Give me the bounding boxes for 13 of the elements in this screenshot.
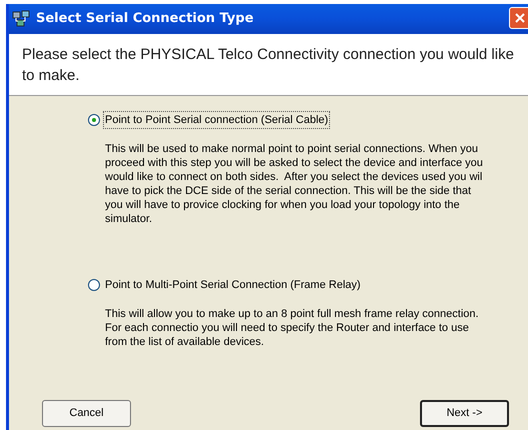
cancel-button[interactable]: Cancel [42,400,131,427]
option-description: This will be used to make normal point to point serial connections. When you proceed with this step you will be asked to select the device and interface you would like to connect on both sides. After you select the devices used you wil have to pick the DCE side of the serial connection. This will be the side that you will have to provice clocking for when you load your topology into the simulator. [105,142,484,226]
radio-button[interactable] [88,279,100,291]
close-icon [514,12,526,24]
network-icon [12,10,30,28]
radio-button[interactable] [88,114,100,126]
radio-label[interactable]: Point to Multi-Point Serial Connection (Frame Relay) [103,276,363,294]
header-text: Please select the PHYSICAL Telco Connectivity connection you would like to make. [22,45,515,86]
window-title: Select Serial Connection Type [36,10,254,28]
close-button[interactable] [509,7,528,29]
radio-label[interactable]: Point to Point Serial connection (Serial Cable) [103,110,330,130]
option-description: This will allow you to make up to an 8 point full mesh frame relay connection. For each connectio you will need to specify the Router and interface to use from the list of available devices. [105,307,480,349]
next-button[interactable]: Next -> [420,400,509,427]
